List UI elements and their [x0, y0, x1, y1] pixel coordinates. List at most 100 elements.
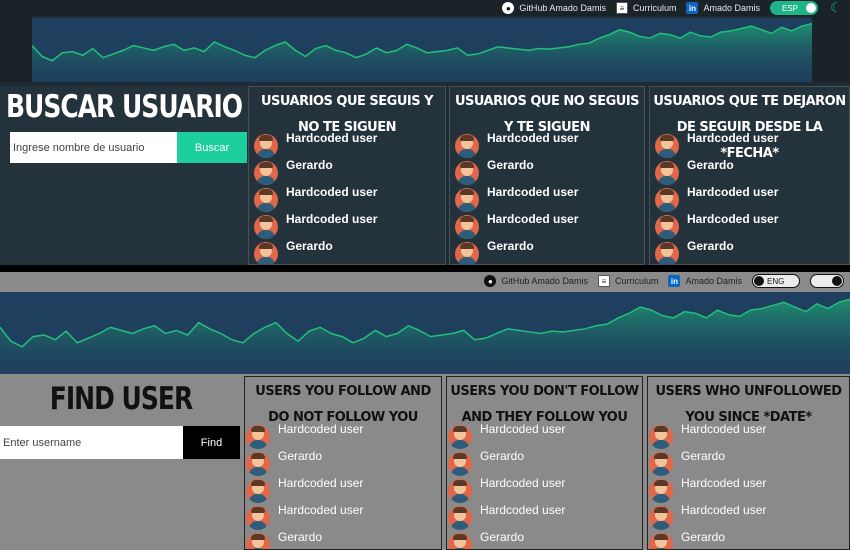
user-name: Hardcoded user: [687, 185, 779, 199]
search-button[interactable]: Find: [183, 426, 240, 459]
column-following-not-followers: USUARIOS QUE SEGUIS Y NO TE SIGUEN Hardc…: [248, 86, 446, 265]
avatar-icon: [649, 479, 673, 503]
linkedin-link-label: Amado Damis: [703, 3, 760, 13]
user-name: Gerardo: [480, 449, 525, 463]
user-name: Hardcoded user: [681, 422, 767, 436]
user-list: Hardcoded user Gerardo Hardcoded user Hardc…: [455, 131, 578, 264]
user-list-item[interactable]: Hardcoded user: [246, 476, 363, 503]
linkedin-link[interactable]: in Amado Damis: [668, 275, 742, 287]
user-list-item[interactable]: Gerardo: [655, 158, 778, 185]
column-unfollowed-since: USERS WHO UNFOLLOWED YOU SINCE *DATE* Ha…: [647, 376, 850, 550]
user-list-item[interactable]: Gerardo: [448, 530, 565, 549]
avatar-icon: [254, 242, 278, 264]
dark-theme-panel: ● GitHub Amado Damis ≡ Curriculum in Ama…: [0, 0, 850, 265]
user-list-item[interactable]: Hardcoded user: [254, 185, 377, 212]
linkedin-link-label: Amado Damis: [685, 276, 742, 286]
github-link[interactable]: ● GitHub Amado Damis: [484, 275, 588, 287]
user-name: Gerardo: [278, 449, 323, 463]
language-toggle[interactable]: ENG: [752, 274, 800, 288]
user-list-item[interactable]: Hardcoded user: [254, 212, 377, 239]
user-list-item[interactable]: Hardcoded user: [649, 503, 766, 530]
avatar-icon: [254, 161, 278, 185]
linkedin-icon: in: [668, 275, 681, 287]
column-followers-not-following: USUARIOS QUE NO SEGUIS Y TE SIGUEN Hardc…: [449, 86, 645, 265]
user-list-item[interactable]: Hardcoded user: [455, 131, 578, 158]
activity-chart-svg: [0, 298, 850, 374]
user-name: Hardcoded user: [681, 503, 767, 517]
language-toggle[interactable]: ESP: [770, 1, 818, 15]
user-name: Hardcoded user: [286, 185, 378, 199]
user-list-item[interactable]: Hardcoded user: [448, 503, 565, 530]
user-name: Gerardo: [687, 158, 734, 172]
language-toggle-label: ENG: [767, 276, 785, 286]
user-list-item[interactable]: Hardcoded user: [455, 185, 578, 212]
avatar-icon: [649, 452, 673, 476]
user-name: Hardcoded user: [681, 476, 767, 490]
user-name: Hardcoded user: [487, 185, 579, 199]
user-name: Gerardo: [681, 449, 726, 463]
avatar-icon: [455, 242, 479, 264]
user-list-item[interactable]: Hardcoded user: [448, 476, 565, 503]
user-list: Hardcoded user Gerardo Hardcoded user Hardc…: [649, 422, 766, 549]
user-list-item[interactable]: Hardcoded user: [655, 185, 778, 212]
theme-toggle-knob: [832, 276, 842, 286]
user-list-item[interactable]: Hardcoded user: [649, 422, 766, 449]
user-list-item[interactable]: Gerardo: [655, 239, 778, 264]
user-list-item[interactable]: Gerardo: [649, 530, 766, 549]
user-name: Hardcoded user: [480, 503, 566, 517]
language-toggle-knob: [806, 3, 816, 13]
user-list-item[interactable]: Gerardo: [455, 158, 578, 185]
chart-area-fill: [0, 299, 850, 374]
theme-toggle[interactable]: ☾: [828, 1, 844, 15]
user-list-item[interactable]: Hardcoded user: [455, 212, 578, 239]
user-list-item[interactable]: Gerardo: [448, 449, 565, 476]
user-name: Gerardo: [487, 239, 534, 253]
avatar-icon: [655, 188, 679, 212]
screenshot-divider: [0, 265, 850, 272]
theme-toggle[interactable]: [810, 274, 844, 288]
user-list-item[interactable]: Gerardo: [254, 158, 377, 185]
user-list-item[interactable]: Hardcoded user: [649, 476, 766, 503]
avatar-icon: [649, 533, 673, 549]
user-list: Hardcoded user Gerardo Hardcoded user Hardc…: [448, 422, 565, 549]
curriculum-link[interactable]: ≡ Curriculum: [597, 275, 658, 287]
user-list-item[interactable]: Hardcoded user: [246, 422, 363, 449]
avatar-icon: [246, 506, 270, 530]
user-name: Hardcoded user: [278, 422, 364, 436]
avatar-icon: [246, 452, 270, 476]
user-name: Gerardo: [681, 530, 726, 544]
avatar-icon: [448, 452, 472, 476]
curriculum-link[interactable]: ≡ Curriculum: [615, 2, 677, 14]
language-toggle-label: ESP: [782, 3, 799, 13]
user-name: Hardcoded user: [286, 212, 378, 226]
user-list-item[interactable]: Gerardo: [254, 239, 377, 264]
user-list-item[interactable]: Gerardo: [455, 239, 578, 264]
user-list-item[interactable]: Hardcoded user: [246, 503, 363, 530]
user-list-item[interactable]: Hardcoded user: [655, 212, 778, 239]
user-list-item[interactable]: Gerardo: [246, 449, 363, 476]
github-link[interactable]: ● GitHub Amado Damis: [502, 2, 606, 14]
search-input[interactable]: [0, 426, 183, 459]
search-button[interactable]: Buscar: [177, 132, 247, 163]
search-row: Buscar: [10, 132, 247, 163]
activity-chart-svg: [32, 22, 812, 82]
user-list-item[interactable]: Hardcoded user: [655, 131, 778, 158]
avatar-icon: [455, 134, 479, 158]
avatar-icon: [448, 479, 472, 503]
avatar-icon: [254, 215, 278, 239]
moon-icon: ☾: [830, 0, 842, 15]
linkedin-link[interactable]: in Amado Damis: [686, 2, 760, 14]
avatar-icon: [246, 533, 270, 549]
user-name: Hardcoded user: [687, 131, 779, 145]
avatar-icon: [455, 215, 479, 239]
user-list-item[interactable]: Gerardo: [246, 530, 363, 549]
user-name: Hardcoded user: [687, 212, 779, 226]
user-list-item[interactable]: Hardcoded user: [448, 422, 565, 449]
curriculum-link-label: Curriculum: [632, 3, 677, 13]
github-link-label: GitHub Amado Damis: [519, 3, 606, 13]
user-list-item[interactable]: Gerardo: [649, 449, 766, 476]
user-name: Hardcoded user: [487, 131, 579, 145]
language-toggle-knob: [754, 276, 764, 286]
search-input[interactable]: [10, 132, 177, 163]
user-list-item[interactable]: Hardcoded user: [254, 131, 377, 158]
